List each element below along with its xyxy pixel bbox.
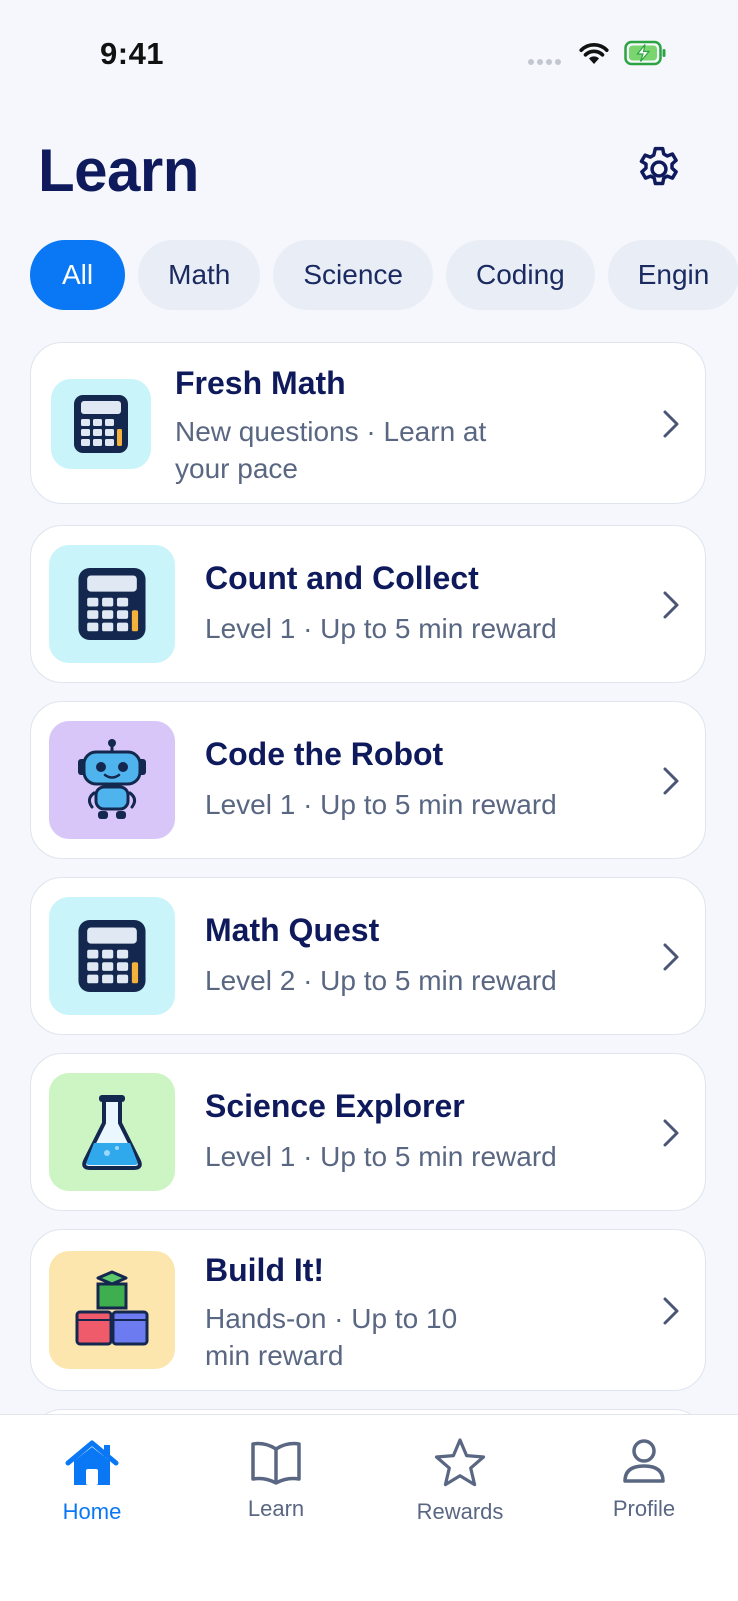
activity-subtitle: Level 1 · Up to 5 min reward (205, 1141, 557, 1172)
activity-icon-tile (49, 721, 175, 839)
chevron-right-icon (663, 943, 679, 971)
page-title: Learn (38, 137, 199, 204)
tab-rewards[interactable]: Rewards (368, 1415, 552, 1545)
wifi-icon (579, 43, 609, 64)
activity-card-code-the-robot[interactable]: Code the Robot Level 1 · Up to 5 min rew… (30, 701, 706, 859)
activity-subtitle: Level 1 · Up to 5 min reward (205, 789, 557, 820)
activity-icon-tile (49, 1251, 175, 1369)
status-time: 9:41 (100, 36, 165, 71)
activity-title: Math Quest (205, 912, 380, 948)
header: Learn (0, 120, 738, 220)
activity-icon-tile (49, 897, 175, 1015)
chevron-right-icon (663, 410, 679, 438)
filter-chip-all[interactable]: All (30, 240, 126, 310)
activity-subtitle: Level 2 · Up to 5 min reward (205, 965, 557, 996)
book-icon (251, 1441, 301, 1485)
home-icon (65, 1440, 119, 1485)
activity-card-math-quest[interactable]: Math Quest Level 2 · Up to 5 min reward (30, 877, 706, 1035)
tab-learn[interactable]: Learn (184, 1415, 368, 1545)
tab-label: Learn (247, 1496, 305, 1521)
filter-chip-engineering[interactable]: Engin (607, 240, 738, 310)
activity-card-fresh-math[interactable]: Fresh Math New questions · Learn at your… (30, 342, 706, 504)
calculator-icon (78, 568, 146, 640)
filter-chip-science[interactable]: Science (273, 240, 433, 310)
chevron-right-icon (663, 1297, 679, 1325)
category-filter-bar: All Math Science Coding Engin (30, 240, 738, 312)
blocks-icon (75, 1270, 149, 1346)
activity-title: Count and Collect (205, 560, 479, 596)
activity-card-science-explorer[interactable]: Science Explorer Level 1 · Up to 5 min r… (30, 1053, 706, 1211)
activity-subtitle: Level 1 · Up to 5 min reward (205, 613, 557, 644)
chevron-right-icon (663, 767, 679, 795)
battery-charging-icon (624, 40, 666, 66)
tab-label: Home (62, 1499, 122, 1524)
activity-icon-tile (49, 545, 175, 663)
calculator-icon (74, 395, 128, 453)
activity-title: Fresh Math (175, 365, 346, 401)
activity-icon-tile (51, 379, 151, 469)
activity-icon-tile (49, 1073, 175, 1191)
activity-title: Code the Robot (205, 736, 444, 772)
calculator-icon (78, 920, 146, 992)
settings-button[interactable] (632, 142, 686, 196)
cellular-signal-icon (528, 59, 561, 65)
chevron-right-icon (663, 1119, 679, 1147)
tab-home[interactable]: Home (0, 1415, 184, 1545)
tab-profile[interactable]: Profile (552, 1415, 736, 1545)
robot-icon (78, 739, 146, 819)
flask-icon (82, 1095, 142, 1170)
chevron-right-icon (663, 591, 679, 619)
tab-label: Profile (612, 1496, 676, 1521)
star-icon (434, 1438, 486, 1487)
filter-chip-coding[interactable]: Coding (446, 240, 595, 310)
filter-chip-math[interactable]: Math (138, 240, 261, 310)
tab-label: Rewards (416, 1499, 504, 1524)
person-icon (623, 1439, 665, 1483)
activity-title: Build It! (205, 1252, 325, 1288)
activity-card-count-and-collect[interactable]: Count and Collect Level 1 · Up to 5 min … (30, 525, 706, 683)
activity-subtitle: New questions · Learn at your pace (175, 416, 487, 484)
tab-bar: Home Learn Rewards Profile (0, 1414, 738, 1601)
activity-card-build-it[interactable]: Build It! Hands-on · Up to 10 min reward (30, 1229, 706, 1391)
activity-subtitle: Hands-on · Up to 10 min reward (205, 1303, 458, 1371)
activity-title: Science Explorer (205, 1088, 465, 1124)
status-bar: 9:41 (0, 0, 738, 110)
gear-icon (639, 146, 678, 186)
